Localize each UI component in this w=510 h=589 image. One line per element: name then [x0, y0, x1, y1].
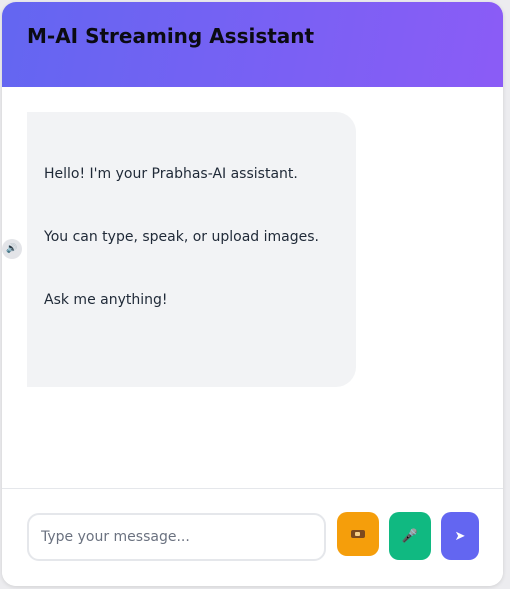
message-input[interactable]: [27, 513, 326, 561]
upload-image-button[interactable]: [337, 512, 379, 556]
speaker-glyph: 🔊: [6, 244, 18, 254]
microphone-button[interactable]: 🎤: [389, 512, 431, 560]
send-button[interactable]: ➤: [441, 512, 479, 560]
send-icon: ➤: [454, 528, 466, 543]
input-bar: 🎤 ➤: [2, 489, 503, 586]
chat-window: M-AI Streaming Assistant 🔊 Hello! I'm yo…: [2, 2, 503, 586]
message-line: Ask me anything!: [44, 292, 168, 308]
message-line: Hello! I'm your Prabhas-AI assistant.: [44, 166, 298, 182]
image-upload-icon: [351, 530, 365, 538]
speaker-icon[interactable]: 🔊: [2, 239, 22, 259]
message-line: You can type, speak, or upload images.: [44, 229, 319, 245]
assistant-message-bubble: Hello! I'm your Prabhas-AI assistant. Yo…: [27, 112, 356, 387]
app-title: M-AI Streaming Assistant: [27, 24, 315, 48]
microphone-icon: 🎤: [401, 528, 419, 543]
message-text: Hello! I'm your Prabhas-AI assistant. Yo…: [44, 164, 346, 353]
message-list[interactable]: 🔊 Hello! I'm your Prabhas-AI assistant. …: [2, 87, 503, 488]
chat-header: M-AI Streaming Assistant: [2, 2, 503, 87]
